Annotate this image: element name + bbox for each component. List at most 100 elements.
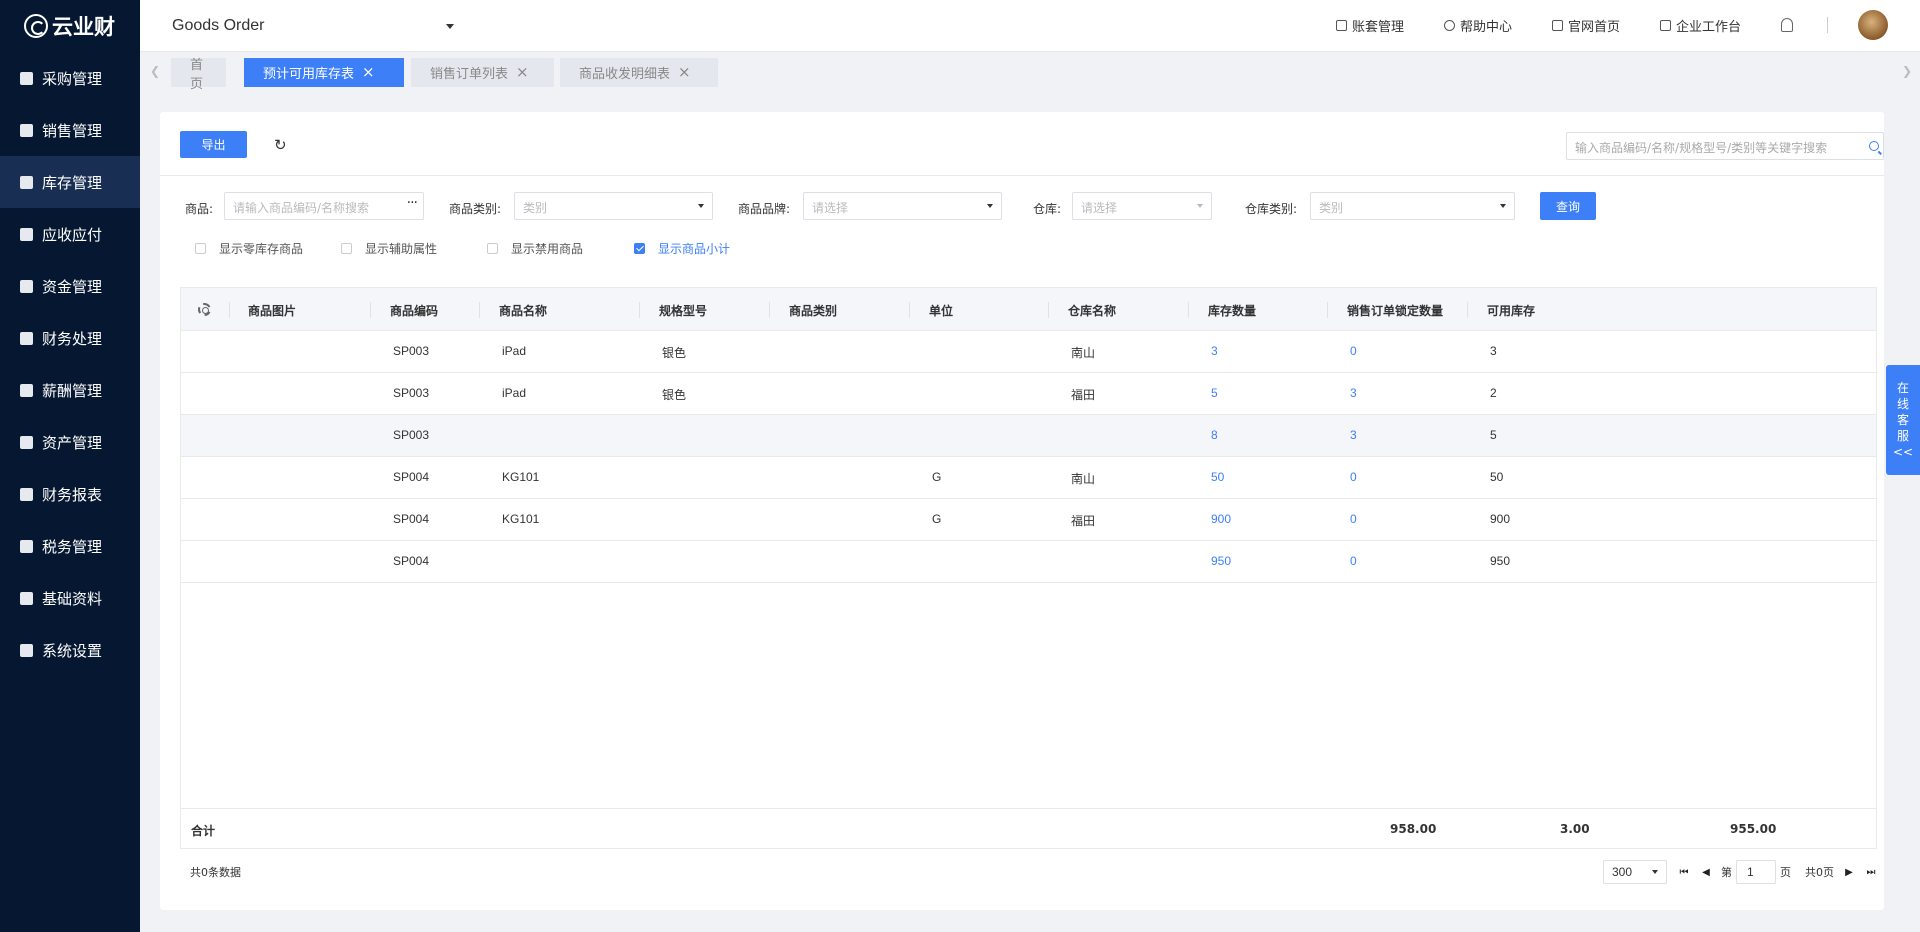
last-page-icon[interactable]: ⏭ [1864, 865, 1878, 879]
column-header[interactable]: 可用库存 [1487, 302, 1535, 319]
checkbox-box [634, 243, 645, 254]
next-page-icon[interactable]: ▶ [1842, 865, 1856, 879]
chart-icon [20, 435, 33, 449]
online-service-button[interactable]: 在线客服 << [1886, 365, 1920, 475]
table-row[interactable]: SP004 950 0 950 [181, 541, 1876, 583]
search-icon[interactable] [1869, 141, 1879, 151]
page-size-value: 300 [1612, 865, 1633, 879]
warehouse-select[interactable]: 请选择 [1072, 192, 1212, 220]
page-size-select[interactable]: 300 [1603, 860, 1667, 884]
keyword-search-input[interactable]: 输入商品编码/名称/规格型号/类别等关键字搜索 [1566, 132, 1884, 160]
table-row[interactable]: SP004 KG101 G 福田 900 0 900 [181, 499, 1876, 541]
brand-select[interactable]: 请选择 [803, 192, 1002, 220]
cell-locked[interactable]: 3 [1350, 428, 1357, 442]
column-settings-gear-icon[interactable] [198, 303, 211, 316]
total-pages: 共0页 [1805, 866, 1834, 879]
refresh-icon[interactable]: ↻ [274, 136, 287, 154]
tab-scroll-right-icon[interactable]: ❯ [1902, 64, 1912, 78]
sidebar-item-label: 应收应付 [42, 225, 103, 244]
close-icon[interactable]: × [362, 65, 375, 80]
show-aux-attr-checkbox[interactable]: 显示辅助属性 [341, 240, 437, 257]
table-row[interactable]: SP004 KG101 G 南山 50 0 50 [181, 457, 1876, 499]
tab-sales-orders[interactable]: 销售订单列表 × [411, 58, 554, 87]
show-zero-stock-checkbox[interactable]: 显示零库存商品 [195, 240, 303, 257]
cell-locked[interactable]: 0 [1350, 344, 1357, 358]
report-icon [20, 487, 33, 501]
cell-name: iPad [502, 344, 527, 358]
brand-logo[interactable]: 云业财 [0, 0, 140, 52]
chevron-down-icon [1652, 870, 1658, 874]
tab-scroll-left-icon[interactable]: ❮ [150, 64, 160, 78]
cell-stock[interactable]: 8 [1211, 428, 1218, 442]
cell-stock[interactable]: 50 [1211, 470, 1224, 484]
sidebar-item-10[interactable]: 基础资料 [0, 572, 140, 624]
show-disabled-goods-checkbox[interactable]: 显示禁用商品 [487, 240, 583, 257]
cell-locked[interactable]: 0 [1350, 512, 1357, 526]
checkbox-box [341, 243, 352, 254]
cell-stock[interactable]: 3 [1211, 344, 1218, 358]
close-icon[interactable]: × [678, 65, 691, 80]
show-subtotal-checkbox[interactable]: 显示商品小计 [634, 240, 730, 257]
first-page-icon[interactable]: ⏮ [1677, 865, 1691, 879]
app-switch-caret-icon[interactable] [446, 24, 454, 29]
goods-filter-label: 商品: [185, 202, 214, 216]
bell-icon[interactable] [1781, 18, 1793, 32]
sidebar-item-3[interactable]: 应收应付 [0, 208, 140, 260]
export-button[interactable]: 导出 [180, 131, 247, 158]
column-header[interactable]: 商品名称 [499, 302, 547, 319]
sidebar-item-7[interactable]: 资产管理 [0, 416, 140, 468]
cell-stock[interactable]: 950 [1211, 554, 1231, 568]
top-link-home[interactable]: 官网首页 [1551, 16, 1620, 35]
sidebar-item-label: 税务管理 [42, 537, 103, 556]
top-link-workbench[interactable]: 企业工作台 [1659, 16, 1741, 35]
column-header[interactable]: 仓库名称 [1068, 302, 1116, 319]
prev-page-icon[interactable]: ◀ [1699, 865, 1713, 879]
cell-stock[interactable]: 900 [1211, 512, 1231, 526]
monitor-icon [1659, 19, 1671, 31]
cell-code: SP003 [393, 428, 430, 442]
column-header[interactable]: 单位 [929, 302, 953, 319]
sidebar-item-6[interactable]: 薪酬管理 [0, 364, 140, 416]
cell-locked[interactable]: 3 [1350, 386, 1357, 400]
sidebar-item-5[interactable]: 财务处理 [0, 312, 140, 364]
top-link-ledger[interactable]: 账套管理 [1335, 16, 1404, 35]
cell-stock[interactable]: 5 [1211, 386, 1218, 400]
column-header[interactable]: 规格型号 [659, 302, 707, 319]
sidebar-item-9[interactable]: 税务管理 [0, 520, 140, 572]
query-button[interactable]: 查询 [1540, 192, 1596, 220]
warehouse-type-select[interactable]: 类别 [1310, 192, 1515, 220]
sidebar-item-11[interactable]: 系统设置 [0, 624, 140, 676]
app-title[interactable]: Goods Order [172, 17, 264, 35]
cell-locked[interactable]: 0 [1350, 554, 1357, 568]
sidebar-item-0[interactable]: 采购管理 [0, 52, 140, 104]
tab-label: 预计可用库存表 [263, 67, 355, 82]
column-header[interactable]: 商品类别 [789, 302, 837, 319]
sidebar-item-4[interactable]: 资金管理 [0, 260, 140, 312]
page-number-input[interactable]: 1 [1736, 860, 1776, 884]
tab-bar: ❮ 首页 预计可用库存表 × 销售订单列表 × 商品收发明细表 × ❯ [140, 52, 1920, 92]
sidebar-item-1[interactable]: 销售管理 [0, 104, 140, 156]
column-header[interactable]: 商品编码 [390, 302, 438, 319]
tab-home[interactable]: 首页 [171, 58, 226, 92]
column-header[interactable]: 库存数量 [1208, 302, 1256, 319]
tab-goods-io-detail[interactable]: 商品收发明细表 × [560, 58, 718, 87]
close-icon[interactable]: × [516, 65, 529, 80]
sidebar-item-8[interactable]: 财务报表 [0, 468, 140, 520]
goods-filter-input[interactable]: 请输入商品编码/名称搜索 ··· [224, 192, 424, 220]
sidebar-item-2[interactable]: 库存管理 [0, 156, 140, 208]
sidebar-item-label: 财务报表 [42, 485, 103, 504]
sidebar-item-label: 资金管理 [42, 277, 103, 296]
category-select[interactable]: 类别 [514, 192, 713, 220]
cell-code: SP003 [393, 344, 430, 358]
column-header[interactable]: 销售订单锁定数量 [1347, 302, 1443, 319]
table-row[interactable]: SP003 iPad 银色 福田 5 3 2 [181, 373, 1876, 415]
table-row[interactable]: SP003 iPad 银色 南山 3 0 3 [181, 331, 1876, 373]
table-row[interactable]: SP003 8 3 5 [181, 415, 1876, 457]
more-icon[interactable]: ··· [407, 195, 418, 211]
top-link-help[interactable]: 帮助中心 [1443, 16, 1512, 35]
column-header[interactable]: 商品图片 [248, 302, 296, 319]
cell-locked[interactable]: 0 [1350, 470, 1357, 484]
avatar[interactable] [1858, 10, 1888, 40]
tab-available-stock[interactable]: 预计可用库存表 × [244, 58, 404, 87]
cell-available: 2 [1490, 386, 1497, 400]
